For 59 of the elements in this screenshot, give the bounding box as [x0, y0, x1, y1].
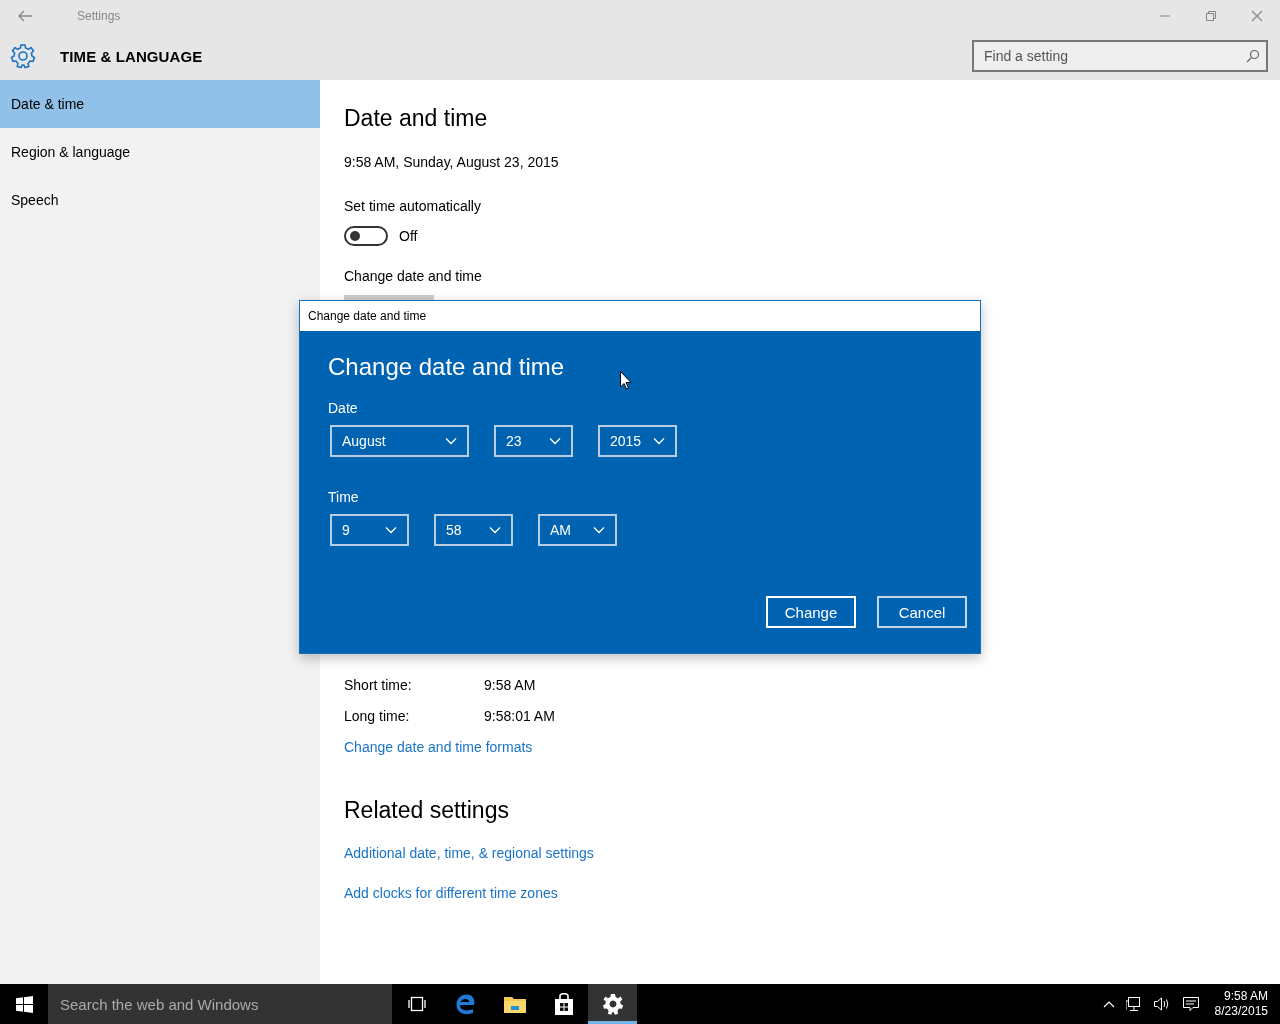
windows-icon[interactable] — [15, 995, 33, 1013]
taskbar-button[interactable] — [588, 984, 637, 1024]
dropdown[interactable]: AM — [538, 514, 617, 546]
chevron-down-icon[interactable] — [489, 526, 501, 534]
cancel-button[interactable]: Cancel — [877, 596, 967, 628]
chevron-down-icon[interactable] — [385, 526, 397, 534]
page-heading: Date and time — [344, 104, 488, 133]
change-button[interactable]: Change — [766, 596, 856, 628]
format-label: Long time: — [344, 707, 411, 726]
formats-link[interactable]: Change date and time formats — [344, 737, 533, 757]
dialog-title: Change date and time — [308, 309, 427, 323]
speaker-icon[interactable] — [1152, 996, 1171, 1012]
dropdown[interactable]: August — [330, 425, 469, 457]
dropdown[interactable]: 2015 — [598, 425, 677, 457]
format-value: 9:58 AM — [484, 676, 536, 695]
related-link[interactable]: Add clocks for different time zones — [344, 883, 558, 903]
taskbar-search-field[interactable]: Search the web and Windows — [48, 984, 392, 1024]
cursor-icon — [620, 371, 632, 390]
window-title: Settings — [77, 9, 121, 23]
dropdown[interactable]: 58 — [434, 514, 513, 546]
toggle-switch[interactable] — [344, 226, 388, 246]
clock-date: 8/23/2015 — [1214, 1004, 1268, 1019]
dropdown[interactable]: 9 — [330, 514, 409, 546]
chevron-down-icon[interactable] — [653, 437, 665, 445]
chevron-up-icon[interactable] — [1102, 1000, 1115, 1008]
section-title: TIME & LANGUAGE — [60, 47, 203, 65]
setting-label: Set time automatically — [344, 197, 481, 216]
sidebar-item[interactable]: Region & language — [0, 128, 320, 176]
folder-icon[interactable] — [503, 995, 526, 1013]
related-link[interactable]: Additional date, time, & regional settings — [344, 843, 594, 863]
message-icon[interactable] — [1181, 996, 1200, 1012]
setting-label: Change date and time — [344, 267, 482, 286]
clock[interactable]: 9:58 AM 8/23/2015 — [1214, 989, 1268, 1019]
chevron-down-icon[interactable] — [445, 437, 457, 445]
search-icon[interactable] — [1246, 49, 1260, 63]
back-icon[interactable] — [17, 10, 33, 22]
related-heading: Related settings — [344, 796, 509, 825]
restore-icon[interactable] — [1205, 10, 1217, 22]
dropdown[interactable]: 23 — [494, 425, 573, 457]
chevron-down-icon[interactable] — [593, 526, 605, 534]
search-field[interactable]: Find a setting — [972, 40, 1268, 72]
sidebar-item[interactable]: Speech — [0, 176, 320, 224]
field-label: Time — [328, 488, 359, 506]
clock-time: 9:58 AM — [1223, 989, 1268, 1004]
gear-icon — [10, 43, 36, 69]
dialog-heading: Change date and time — [328, 352, 565, 382]
field-label: Date — [328, 399, 358, 417]
current-date-time: 9:58 AM, Sunday, August 23, 2015 — [344, 153, 559, 172]
gear-icon[interactable] — [601, 993, 624, 1015]
chevron-down-icon[interactable] — [549, 437, 561, 445]
sidebar-item[interactable]: Date & time — [0, 80, 320, 128]
format-value: 9:58:01 AM — [484, 707, 555, 726]
browser-icon[interactable] — [454, 993, 477, 1015]
network-icon[interactable] — [1125, 996, 1142, 1012]
shopping-bag-icon[interactable] — [553, 993, 574, 1015]
format-label: Short time: — [344, 676, 413, 695]
task-view-icon[interactable] — [406, 996, 427, 1012]
toggle-state: Off — [399, 227, 418, 246]
close-icon[interactable] — [1251, 10, 1263, 22]
